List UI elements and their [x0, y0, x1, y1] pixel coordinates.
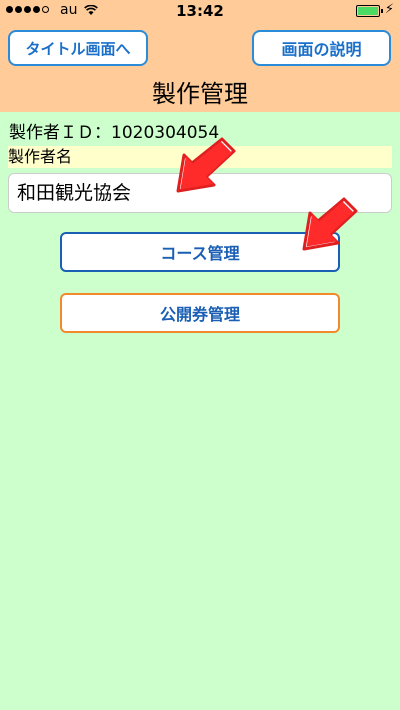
arrow-pointer-icon	[302, 197, 358, 251]
charging-icon: ⚡	[384, 2, 394, 17]
course-management-button[interactable]: コース管理	[60, 232, 340, 272]
status-bar: au 13:42 ⚡	[0, 0, 400, 22]
arrow-pointer-icon	[176, 137, 236, 193]
screen-help-button[interactable]: 画面の説明	[252, 30, 391, 66]
status-time: 13:42	[176, 2, 224, 20]
page-title: 製作管理	[152, 80, 248, 108]
title-screen-button[interactable]: タイトル画面へ	[8, 30, 148, 66]
battery-icon	[356, 5, 383, 17]
ticket-management-button[interactable]: 公開券管理	[60, 293, 340, 333]
